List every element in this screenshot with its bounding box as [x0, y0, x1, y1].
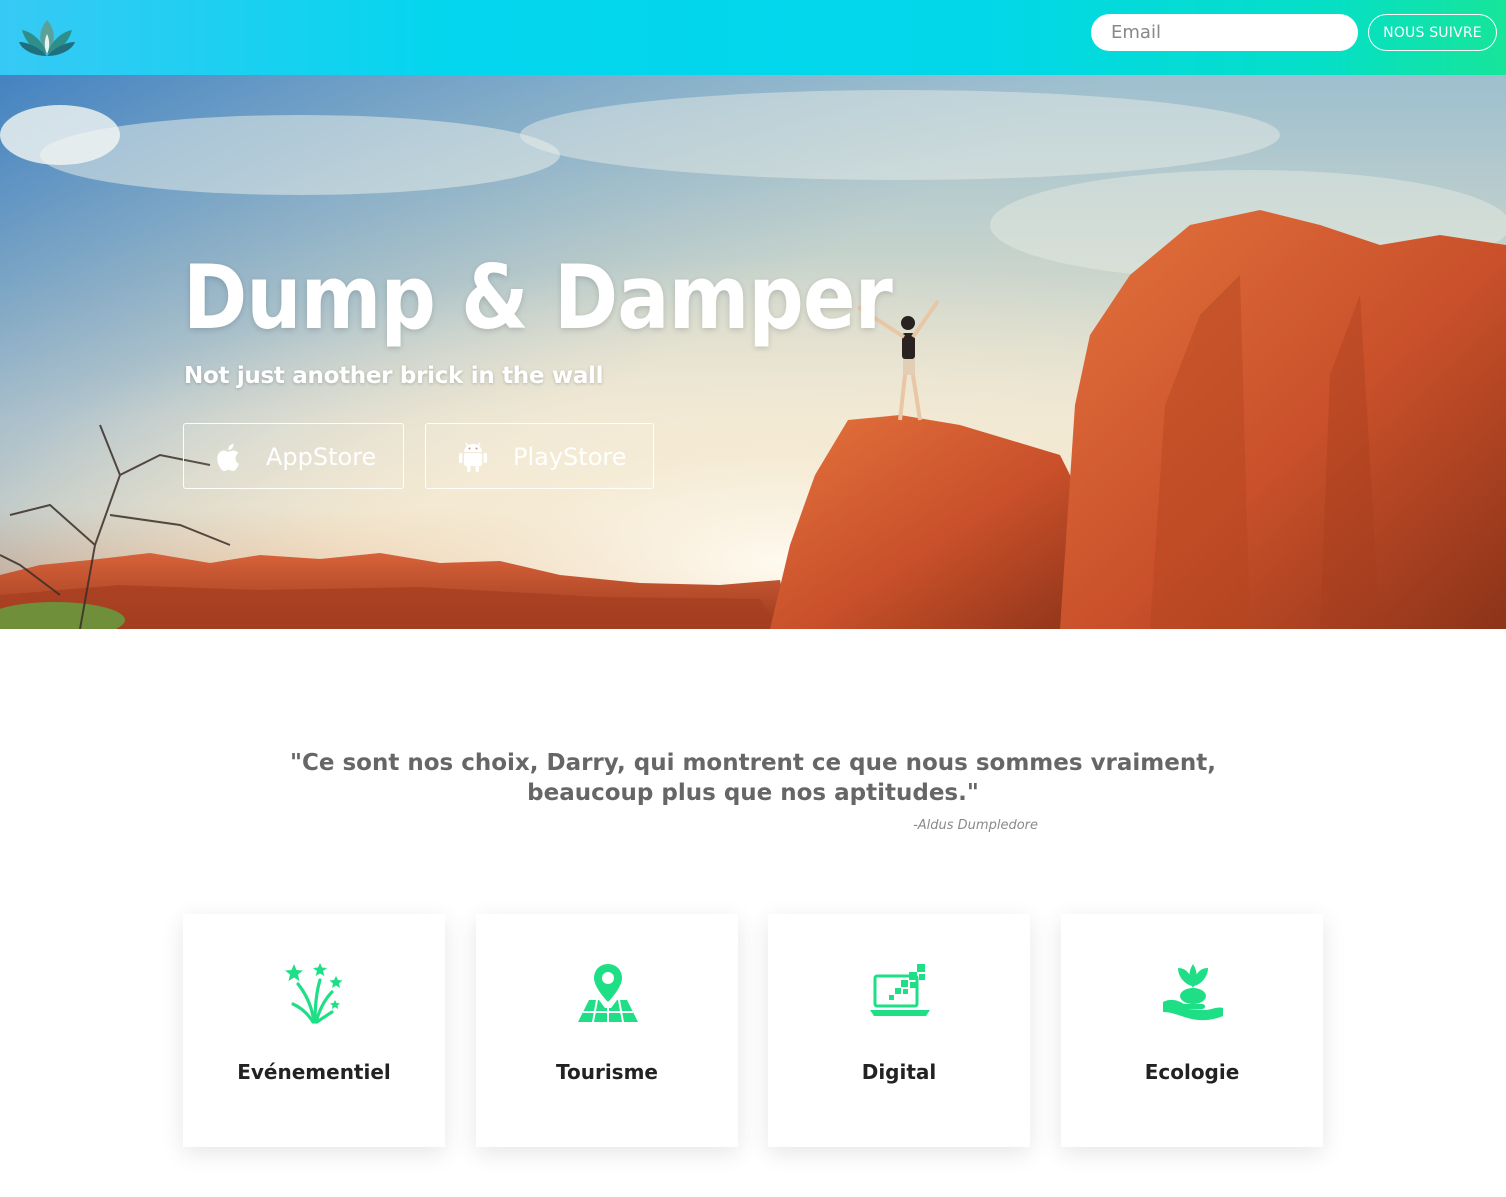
apple-icon: [217, 443, 239, 472]
service-label: Ecologie: [1144, 1060, 1240, 1084]
fireworks-icon: [285, 963, 343, 1024]
laptop-pixels-icon: [870, 964, 930, 1016]
top-bar: NOUS SUIVRE: [0, 0, 1506, 75]
android-icon: [459, 442, 487, 472]
email-input[interactable]: [1091, 14, 1358, 51]
quote-author: -Aldus Dumpledore: [913, 818, 1038, 833]
map-pin-icon: [578, 964, 638, 1023]
quote-line-1: "Ce sont nos choix, Darry, qui montrent …: [290, 750, 1216, 776]
hero-subtitle: Not just another brick in the wall: [184, 363, 604, 389]
service-label: Tourisme: [556, 1060, 658, 1084]
service-label: Evénementiel: [237, 1060, 391, 1084]
appstore-button[interactable]: AppStore: [183, 423, 404, 489]
plant-hand-icon: [1163, 964, 1223, 1021]
appstore-label: AppStore: [266, 443, 377, 471]
playstore-label: PlayStore: [513, 443, 627, 471]
quote-line-2: beaucoup plus que nos aptitudes.": [527, 780, 979, 806]
hero-title: Dump & Damper: [183, 246, 893, 349]
playstore-button[interactable]: PlayStore: [425, 423, 654, 489]
follow-button[interactable]: NOUS SUIVRE: [1368, 14, 1497, 51]
quote-text: "Ce sont nos choix, Darry, qui montrent …: [253, 748, 1253, 808]
service-label: Digital: [861, 1060, 937, 1084]
service-card-digital[interactable]: Digital: [768, 914, 1030, 1147]
service-card-ecologie[interactable]: Ecologie: [1061, 914, 1323, 1147]
hero-banner: Dump & Damper Not just another brick in …: [0, 75, 1506, 629]
lotus-logo-icon[interactable]: [18, 16, 76, 58]
service-card-tourisme[interactable]: Tourisme: [476, 914, 738, 1147]
service-card-evenementiel[interactable]: Evénementiel: [183, 914, 445, 1147]
